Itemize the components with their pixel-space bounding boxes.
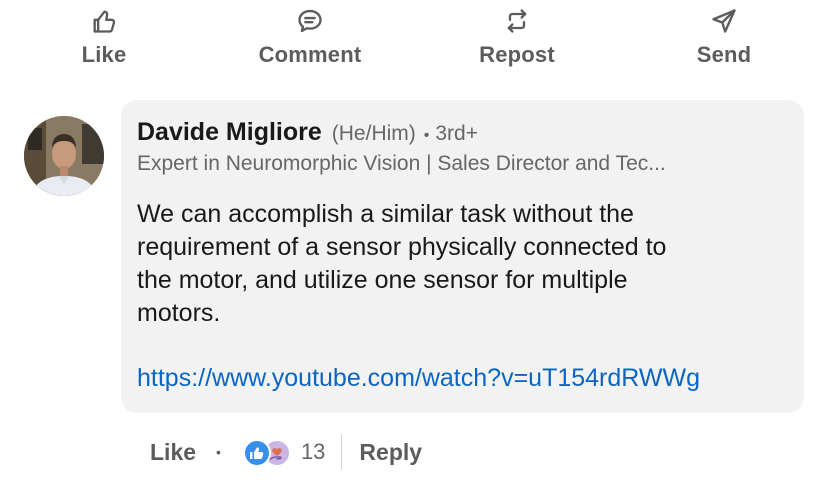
social-divider [341,435,343,469]
like-reaction-icon [242,439,271,467]
connection-degree: 3rd+ [435,122,478,145]
degree-separator: • [423,127,430,144]
comment-like-button[interactable]: Like [150,439,196,466]
author-name[interactable]: Davide Migliore [137,118,322,147]
repost-button[interactable]: Repost [447,6,587,76]
thumbs-up-icon [89,6,119,36]
like-label: Like [81,42,127,67]
reaction-icons[interactable] [242,437,295,467]
like-button[interactable]: Like [34,6,174,76]
comment-label: Comment [258,42,362,67]
reply-button[interactable]: Reply [359,439,422,466]
send-paper-plane-icon [709,6,739,36]
author-headline: Expert in Neuromorphic Vision | Sales Di… [137,152,666,175]
send-button[interactable]: Send [654,6,794,76]
comment-bubble: Davide Migliore (He/Him) • 3rd+ Expert i… [121,100,804,413]
profile-photo-icon [24,116,104,196]
comment-bubble-icon [295,6,325,36]
comment-button[interactable]: Comment [240,6,380,76]
repost-arrows-icon [502,6,532,36]
comment-text: We can accomplish a similar task without… [137,200,667,327]
repost-label: Repost [479,42,555,67]
post-action-bar: Like Comment Repost Send [0,0,828,80]
author-pronouns: (He/Him) [331,122,416,145]
social-separator: • [216,444,221,460]
send-label: Send [696,42,752,67]
comment-social-row: Like • 13 Reply [150,432,422,472]
comment-author-line: Davide Migliore (He/Him) • 3rd+ [137,118,478,147]
commenter-avatar[interactable] [24,116,104,196]
reaction-count[interactable]: 13 [301,439,325,465]
comment-link[interactable]: https://www.youtube.com/watch?v=uT154rdR… [137,364,700,393]
